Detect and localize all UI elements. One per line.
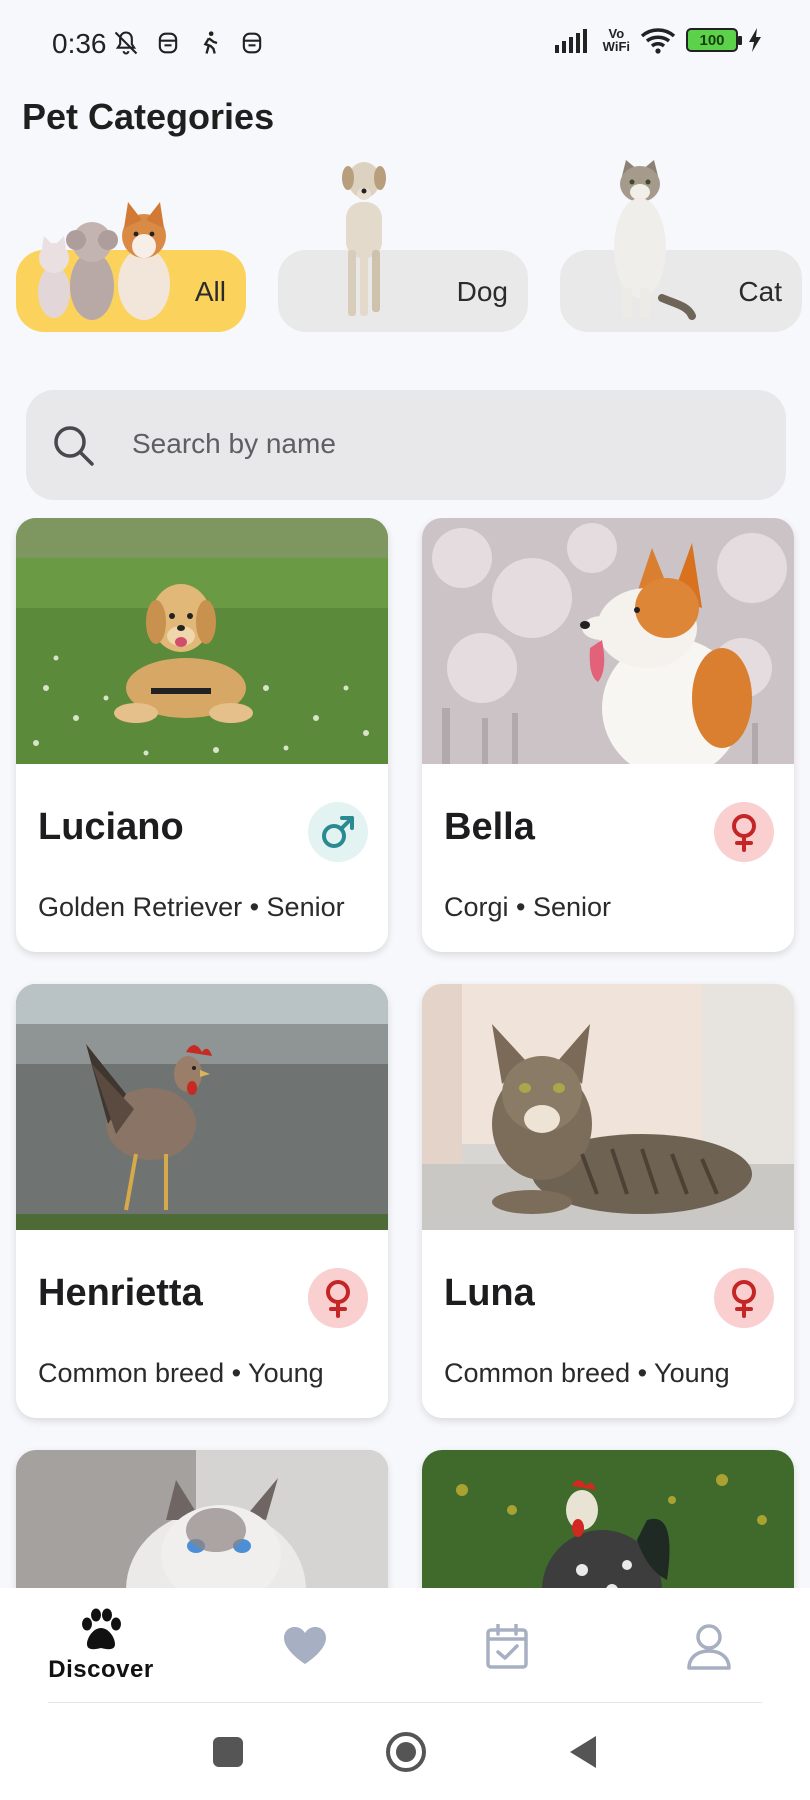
recents-button[interactable]	[212, 1736, 244, 1768]
search-icon	[54, 426, 94, 466]
dog-image	[342, 162, 386, 316]
pet-photo	[422, 1450, 794, 1588]
pet-photo	[16, 1450, 388, 1588]
female-gender-badge	[308, 1268, 368, 1328]
pet-grid: Luciano Golden Retriever • Senior Bella …	[0, 518, 810, 1588]
pet-card[interactable]	[16, 1450, 388, 1588]
category-label: Cat	[738, 276, 782, 307]
nav-profile[interactable]	[634, 1588, 784, 1704]
status-bar: 0:36 Vo WiFi 100	[0, 0, 810, 92]
nav-divider	[48, 1702, 762, 1703]
search-input[interactable]: Search by name	[132, 428, 336, 460]
category-dog[interactable]: Dog	[278, 162, 528, 332]
pet-name: Bella	[444, 806, 535, 848]
vowifi-indicator: Vo WiFi	[602, 26, 630, 54]
system-nav-bar	[0, 1704, 810, 1800]
signal-icon	[554, 29, 587, 53]
pet-card[interactable]	[422, 1450, 794, 1588]
all-pets-image	[38, 202, 170, 320]
status-time: 0:36	[52, 28, 107, 59]
status-system-icons: Vo WiFi 100	[554, 26, 762, 54]
face-icon	[158, 32, 178, 54]
user-icon	[687, 1624, 731, 1670]
pet-card[interactable]: Luciano Golden Retriever • Senior	[16, 518, 388, 952]
category-list: All Dog Cat	[0, 150, 810, 340]
cat-image	[614, 160, 696, 320]
bell-off-icon	[114, 31, 138, 55]
female-icon	[732, 814, 756, 852]
category-label: Dog	[456, 276, 508, 307]
nav-appointments[interactable]	[432, 1588, 582, 1704]
pet-name: Henrietta	[38, 1272, 203, 1314]
male-gender-badge	[308, 802, 368, 862]
page-title: Pet Categories	[22, 96, 275, 137]
female-icon	[326, 1280, 350, 1318]
pet-photo	[422, 984, 794, 1230]
category-cat[interactable]: Cat	[560, 160, 802, 332]
face-icon	[242, 32, 262, 54]
charging-icon	[749, 28, 761, 52]
calendar-check-icon	[486, 1624, 528, 1669]
category-label: All	[194, 276, 226, 307]
battery-indicator: 100	[686, 28, 742, 52]
female-icon	[732, 1280, 756, 1318]
nav-discover[interactable]: Discover	[26, 1588, 176, 1704]
nav-label: Discover	[48, 1656, 154, 1683]
pet-name: Luna	[444, 1272, 535, 1314]
pet-card[interactable]: Bella Corgi • Senior	[422, 518, 794, 952]
pet-photo	[422, 518, 794, 764]
pet-name: Luciano	[38, 806, 184, 848]
home-button[interactable]	[384, 1730, 428, 1774]
paw-icon	[82, 1608, 121, 1650]
category-all[interactable]: All	[16, 202, 246, 332]
pet-card[interactable]: Luna Common breed • Young	[422, 984, 794, 1418]
back-button[interactable]	[568, 1734, 598, 1770]
pet-breed-age: Common breed • Young	[38, 1358, 324, 1388]
heart-icon	[284, 1627, 326, 1664]
pet-photo	[16, 518, 388, 764]
wifi-icon	[640, 28, 676, 54]
pet-photo	[16, 984, 388, 1230]
pet-breed-age: Common breed • Young	[444, 1358, 730, 1388]
pet-card[interactable]: Henrietta Common breed • Young	[16, 984, 388, 1418]
female-gender-badge	[714, 1268, 774, 1328]
female-gender-badge	[714, 802, 774, 862]
status-notification-icons	[112, 28, 266, 58]
pet-breed-age: Golden Retriever • Senior	[38, 892, 345, 922]
walking-icon	[203, 31, 218, 54]
pet-breed-age: Corgi • Senior	[444, 892, 612, 922]
nav-favorites[interactable]	[230, 1588, 380, 1704]
search-bar[interactable]: Search by name	[26, 390, 786, 500]
bottom-nav: Discover	[0, 1588, 810, 1704]
male-icon	[322, 816, 354, 848]
